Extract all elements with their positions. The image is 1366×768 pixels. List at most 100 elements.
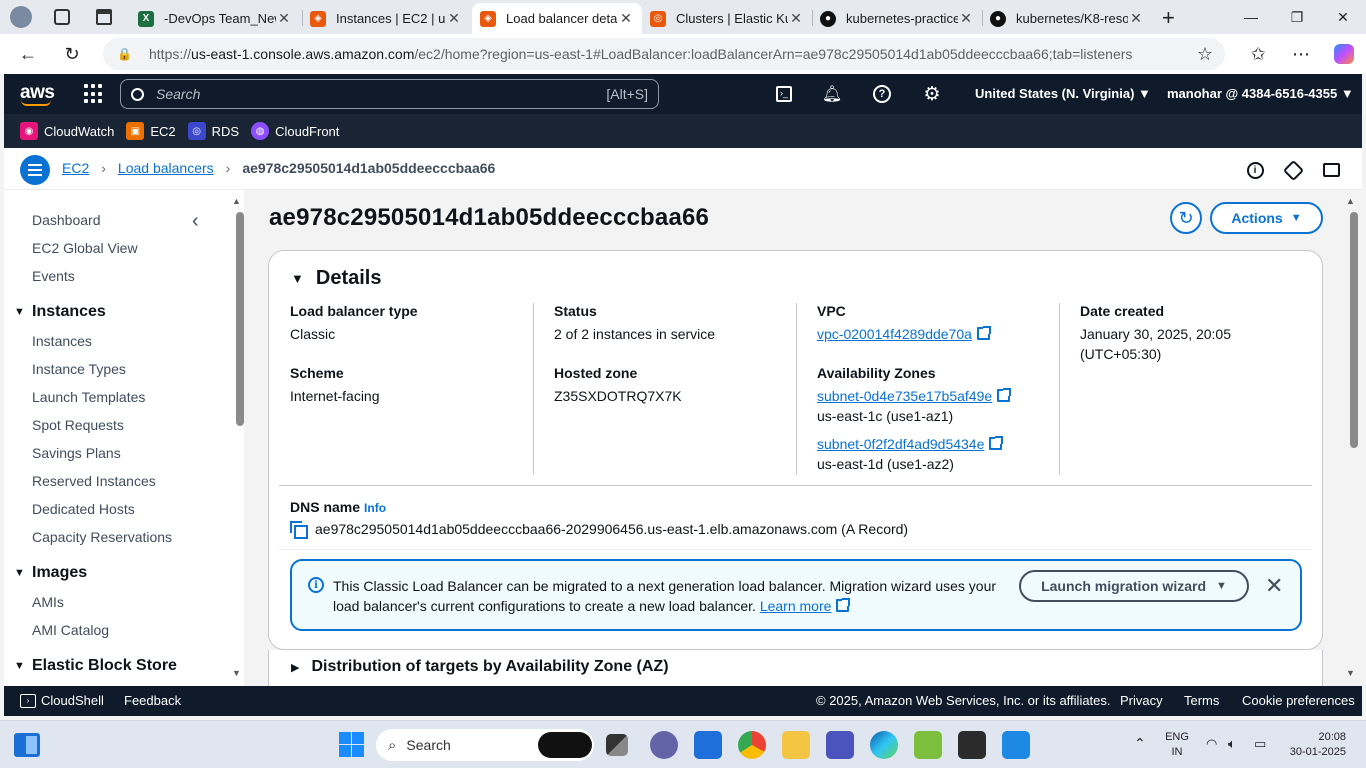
services-menu-icon[interactable]	[84, 84, 104, 104]
favorites-icon[interactable]: ✩	[1242, 38, 1274, 70]
info-panel-icon[interactable]: i	[1245, 160, 1265, 180]
region-selector[interactable]: United States (N. Virginia) ▼	[975, 86, 1151, 101]
profile-avatar[interactable]	[10, 6, 32, 28]
minimize-icon[interactable]: —	[1228, 0, 1274, 34]
privacy-link[interactable]: Privacy	[1120, 693, 1163, 708]
terms-link[interactable]: Terms	[1184, 693, 1219, 708]
teams-chat-icon[interactable]	[650, 731, 678, 759]
copilot-icon[interactable]	[1328, 38, 1360, 70]
main-scrollbar[interactable]	[1350, 212, 1358, 448]
scroll-up-arrow[interactable]: ▲	[1346, 196, 1355, 206]
url-field[interactable]: 🔒 https://us-east-1.console.aws.amazon.c…	[103, 38, 1225, 70]
cloudshell-button[interactable]: › CloudShell	[20, 693, 104, 708]
actions-dropdown-button[interactable]: Actions ▼	[1210, 202, 1323, 234]
side-nav-toggle-icon[interactable]	[20, 155, 50, 185]
close-tab-icon[interactable]: ✕	[446, 10, 462, 27]
collapse-nav-icon[interactable]: ‹	[192, 210, 199, 233]
wifi-icon[interactable]: ◠	[1206, 736, 1217, 752]
browser-tab[interactable]: ◈ Instances | EC2 | us-e ✕	[302, 3, 470, 34]
scroll-down-arrow[interactable]: ▼	[1346, 668, 1355, 678]
start-button[interactable]	[339, 732, 364, 757]
close-tab-icon[interactable]: ✕	[788, 10, 804, 27]
close-tab-icon[interactable]: ✕	[958, 10, 974, 27]
nav-ami-catalog[interactable]: AMI Catalog	[32, 622, 109, 638]
settings-gear-icon[interactable]: ⚙	[920, 82, 944, 106]
aws-logo[interactable]: aws	[20, 82, 55, 106]
nav-instance-types[interactable]: Instance Types	[32, 361, 126, 377]
launch-migration-wizard-button[interactable]: Launch migration wizard ▼	[1019, 570, 1249, 602]
refresh-button[interactable]: ↻	[1170, 202, 1202, 234]
nav-section-images[interactable]: ▼ Images	[14, 564, 87, 582]
nav-dashboard[interactable]: Dashboard	[32, 212, 101, 228]
security-icon[interactable]	[1282, 159, 1304, 181]
nav-events[interactable]: Events	[32, 268, 75, 284]
favorite-ec2[interactable]: ▣ EC2	[126, 122, 176, 140]
reload-icon[interactable]: ↻	[56, 38, 88, 70]
details-section-toggle[interactable]: ▼ Details	[291, 267, 381, 290]
side-nav-scrollbar[interactable]	[236, 212, 244, 426]
browser-tab[interactable]: ● kubernetes/K8-resou ✕	[982, 3, 1152, 34]
browser-tab[interactable]: X -DevOps Team_New ✕	[130, 3, 300, 34]
notifications-bell-icon[interactable]: 🔔︎	[820, 82, 844, 106]
input-language[interactable]: ENG IN	[1160, 730, 1194, 760]
close-tab-icon[interactable]: ✕	[276, 10, 292, 27]
feedback-link[interactable]: Feedback	[124, 693, 181, 708]
nav-ec2-global-view[interactable]: EC2 Global View	[32, 240, 138, 256]
file-explorer-icon[interactable]	[782, 731, 810, 759]
store-icon[interactable]	[694, 731, 722, 759]
back-icon[interactable]: ←	[12, 38, 44, 70]
cookie-preferences-link[interactable]: Cookie preferences	[1242, 693, 1355, 708]
cloudshell-icon[interactable]: ›_	[772, 82, 796, 106]
new-tab-icon[interactable]: +	[1162, 5, 1175, 31]
more-menu-icon[interactable]: ⋯	[1285, 38, 1317, 70]
close-tab-icon[interactable]: ✕	[618, 10, 634, 27]
taskbar-search[interactable]: ⌕ Search	[376, 729, 594, 761]
nav-section-instances[interactable]: ▼ Instances	[14, 303, 106, 321]
nav-reserved-instances[interactable]: Reserved Instances	[32, 473, 156, 489]
nav-savings-plans[interactable]: Savings Plans	[32, 445, 121, 461]
subnet-link[interactable]: subnet-0f2f2df4ad9d5434e	[817, 436, 984, 452]
favorite-star-icon[interactable]: ☆	[1189, 38, 1221, 70]
workspaces-icon[interactable]	[54, 9, 70, 25]
favorite-cloudfront[interactable]: ◍ CloudFront	[251, 122, 339, 140]
volume-icon[interactable]: 🔈︎	[1228, 736, 1236, 752]
nav-instances[interactable]: Instances	[32, 333, 92, 349]
distribution-section-toggle[interactable]: ▶ Distribution of targets by Availability…	[291, 658, 669, 676]
search-input[interactable]	[156, 86, 607, 102]
chrome-icon[interactable]	[738, 731, 766, 759]
teams-icon[interactable]	[826, 731, 854, 759]
dns-info-link[interactable]: Info	[364, 501, 386, 515]
nav-dedicated-hosts[interactable]: Dedicated Hosts	[32, 501, 135, 517]
aws-search-box[interactable]: [Alt+S]	[120, 79, 659, 109]
close-icon[interactable]: ✕	[1265, 573, 1283, 599]
breadcrumb-ec2[interactable]: EC2	[62, 160, 89, 176]
subnet-link[interactable]: subnet-0d4e735e17b5af49e	[817, 388, 992, 404]
clock[interactable]: 20:08 30-01-2025	[1280, 730, 1346, 760]
account-menu[interactable]: manohar @ 4384-6516-4355 ▼	[1167, 86, 1354, 101]
vscode-icon[interactable]	[1002, 731, 1030, 759]
battery-icon[interactable]: ▭	[1254, 736, 1266, 752]
notepad-icon[interactable]	[914, 731, 942, 759]
nav-amis[interactable]: AMIs	[32, 594, 64, 610]
widgets-icon[interactable]	[14, 733, 40, 757]
browser-tab-active[interactable]: ◈ Load balancer detail ✕	[472, 3, 642, 34]
edge-icon[interactable]	[870, 731, 898, 759]
nav-spot-requests[interactable]: Spot Requests	[32, 417, 124, 433]
favorite-rds[interactable]: ◎ RDS	[187, 122, 239, 140]
help-icon[interactable]: ?	[870, 82, 894, 106]
browser-tab[interactable]: ◎ Clusters | Elastic Kub ✕	[642, 3, 812, 34]
close-window-icon[interactable]: ✕	[1320, 0, 1366, 34]
nav-section-ebs[interactable]: ▼ Elastic Block Store	[14, 657, 177, 675]
scroll-down-arrow[interactable]: ▼	[232, 668, 241, 678]
breadcrumb-load-balancers[interactable]: Load balancers	[118, 160, 214, 176]
show-hidden-icons[interactable]: ⌃	[1134, 735, 1146, 752]
nav-capacity-reservations[interactable]: Capacity Reservations	[32, 529, 172, 545]
scroll-up-arrow[interactable]: ▲	[232, 196, 241, 206]
snipping-tool-icon[interactable]	[958, 731, 986, 759]
close-tab-icon[interactable]: ✕	[1128, 10, 1144, 27]
browser-tab[interactable]: ● kubernetes-practice ✕	[812, 3, 982, 34]
site-info-icon[interactable]: 🔒	[117, 47, 132, 61]
learn-more-link[interactable]: Learn more	[760, 598, 832, 614]
tutorial-panel-icon[interactable]	[1321, 160, 1341, 180]
task-view-icon[interactable]	[606, 734, 628, 756]
